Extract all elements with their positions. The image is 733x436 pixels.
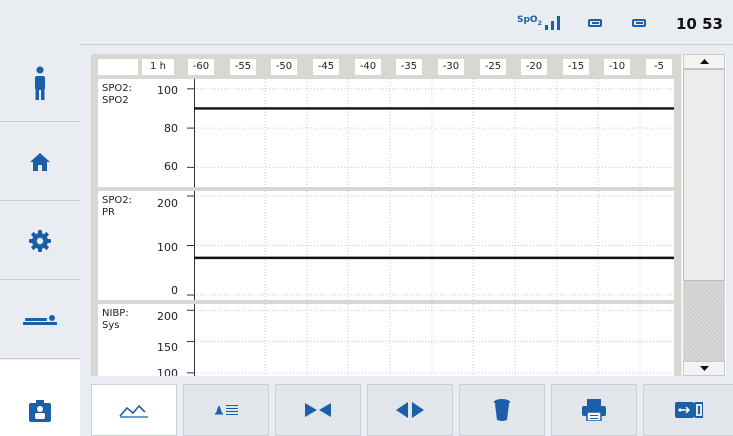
scroll-up-arrow-icon	[699, 59, 709, 64]
panel-label-line1: NIBP:	[102, 308, 129, 319]
y-tick-label: 100	[157, 84, 178, 97]
y-tick-label: 100	[157, 367, 178, 376]
sidebar-item-patient-bed[interactable]	[0, 281, 80, 359]
patient-bed-icon	[23, 314, 57, 325]
sidebar-item-patient-info[interactable]	[0, 44, 80, 122]
sidebar-item-home[interactable]	[0, 123, 80, 201]
panel-label-line2: Sys	[102, 320, 120, 331]
info-person-icon	[35, 65, 45, 100]
panel-label-line1: SPO2:	[102, 195, 132, 206]
print-button[interactable]	[551, 384, 637, 436]
trend-scrollbar[interactable]	[682, 54, 726, 376]
trend-plot[interactable]	[187, 191, 681, 300]
zoom-out-time-button[interactable]	[367, 384, 453, 436]
sidebar-item-settings[interactable]	[0, 202, 80, 280]
printer-icon	[582, 399, 606, 421]
scroll-track[interactable]	[683, 281, 725, 361]
y-axis: 200 100 0	[142, 191, 192, 300]
panel-label: NIBP: Sys	[102, 308, 142, 332]
alarm-limits-icon	[215, 405, 238, 415]
panel-label: SPO2: PR	[102, 195, 142, 219]
time-axis-label: -40	[355, 59, 381, 75]
y-tick-label: 150	[157, 341, 178, 354]
spo2-signal-icon	[544, 15, 560, 30]
time-axis-label: -20	[521, 59, 547, 75]
time-axis-label: -45	[313, 59, 339, 75]
y-axis: 200 150 100	[142, 304, 192, 376]
trend-graph-icon	[119, 404, 148, 418]
time-axis-spacer	[98, 59, 138, 75]
spo2-subscript: 2	[537, 19, 542, 27]
time-axis-label: -30	[438, 59, 464, 75]
trend-panel-nibp-sys: NIBP: Sys 200 150 100	[98, 304, 681, 376]
scroll-down-arrow-icon	[699, 366, 709, 371]
home-icon	[30, 152, 50, 171]
gear-icon	[29, 229, 51, 252]
spo2-signal-indicator: SpO2	[517, 14, 560, 30]
trend-graph-button[interactable]	[91, 384, 177, 436]
panel-label: SPO2: SPO2	[102, 83, 142, 107]
y-tick-label: 100	[157, 241, 178, 254]
y-axis: 100 80 60	[142, 79, 192, 187]
bottom-toolbar	[91, 384, 733, 436]
sidebar	[0, 44, 80, 436]
battery-icon	[632, 19, 646, 27]
y-tick-label: 0	[171, 284, 178, 297]
scroll-thumb[interactable]	[683, 69, 725, 281]
time-axis-label: -15	[563, 59, 589, 75]
export-usb-button[interactable]	[643, 384, 733, 436]
trash-icon	[494, 399, 510, 421]
scroll-up-button[interactable]	[683, 54, 725, 69]
expand-arrows-icon	[396, 402, 424, 418]
trend-panel-spo2: SPO2: SPO2 100 80 60	[98, 79, 681, 187]
y-tick-label: 80	[164, 122, 178, 135]
time-axis-label: -25	[480, 59, 506, 75]
sidebar-item-trends[interactable]	[0, 360, 80, 436]
time-axis-label: -5	[646, 59, 672, 75]
delete-trends-button[interactable]	[459, 384, 545, 436]
trend-plot[interactable]	[187, 79, 681, 187]
alarm-limits-button[interactable]	[183, 384, 269, 436]
usb-icon	[674, 402, 703, 418]
trend-panel-pulse-rate: SPO2: PR 200 100 0	[98, 191, 681, 300]
time-axis-label: -10	[604, 59, 630, 75]
time-axis-label: -55	[230, 59, 256, 75]
panel-label-line1: SPO2:	[102, 83, 132, 94]
collapse-arrows-icon	[305, 403, 331, 417]
battery-icon	[588, 19, 602, 27]
clock: 10 53	[676, 15, 723, 33]
y-tick-label: 200	[157, 310, 178, 323]
trend-plot[interactable]	[187, 304, 681, 376]
scroll-down-button[interactable]	[683, 361, 725, 376]
time-axis-label: -50	[271, 59, 297, 75]
status-bar: SpO2 10 53	[0, 0, 733, 45]
y-tick-label: 200	[157, 197, 178, 210]
time-axis-label[interactable]: 1 h	[142, 59, 174, 75]
time-axis-label: -60	[188, 59, 214, 75]
trends-person-icon	[29, 400, 51, 422]
spo2-label: SpO	[517, 15, 538, 25]
panel-label-line2: SPO2	[102, 95, 129, 106]
trend-view: 1 h -60 -55 -50 -45 -40 -35 -30 -25 -20 …	[91, 54, 681, 376]
time-axis: 1 h -60 -55 -50 -45 -40 -35 -30 -25 -20 …	[91, 59, 681, 75]
y-tick-label: 60	[164, 160, 178, 173]
zoom-in-time-button[interactable]	[275, 384, 361, 436]
panel-label-line2: PR	[102, 207, 115, 218]
time-axis-label: -35	[396, 59, 422, 75]
